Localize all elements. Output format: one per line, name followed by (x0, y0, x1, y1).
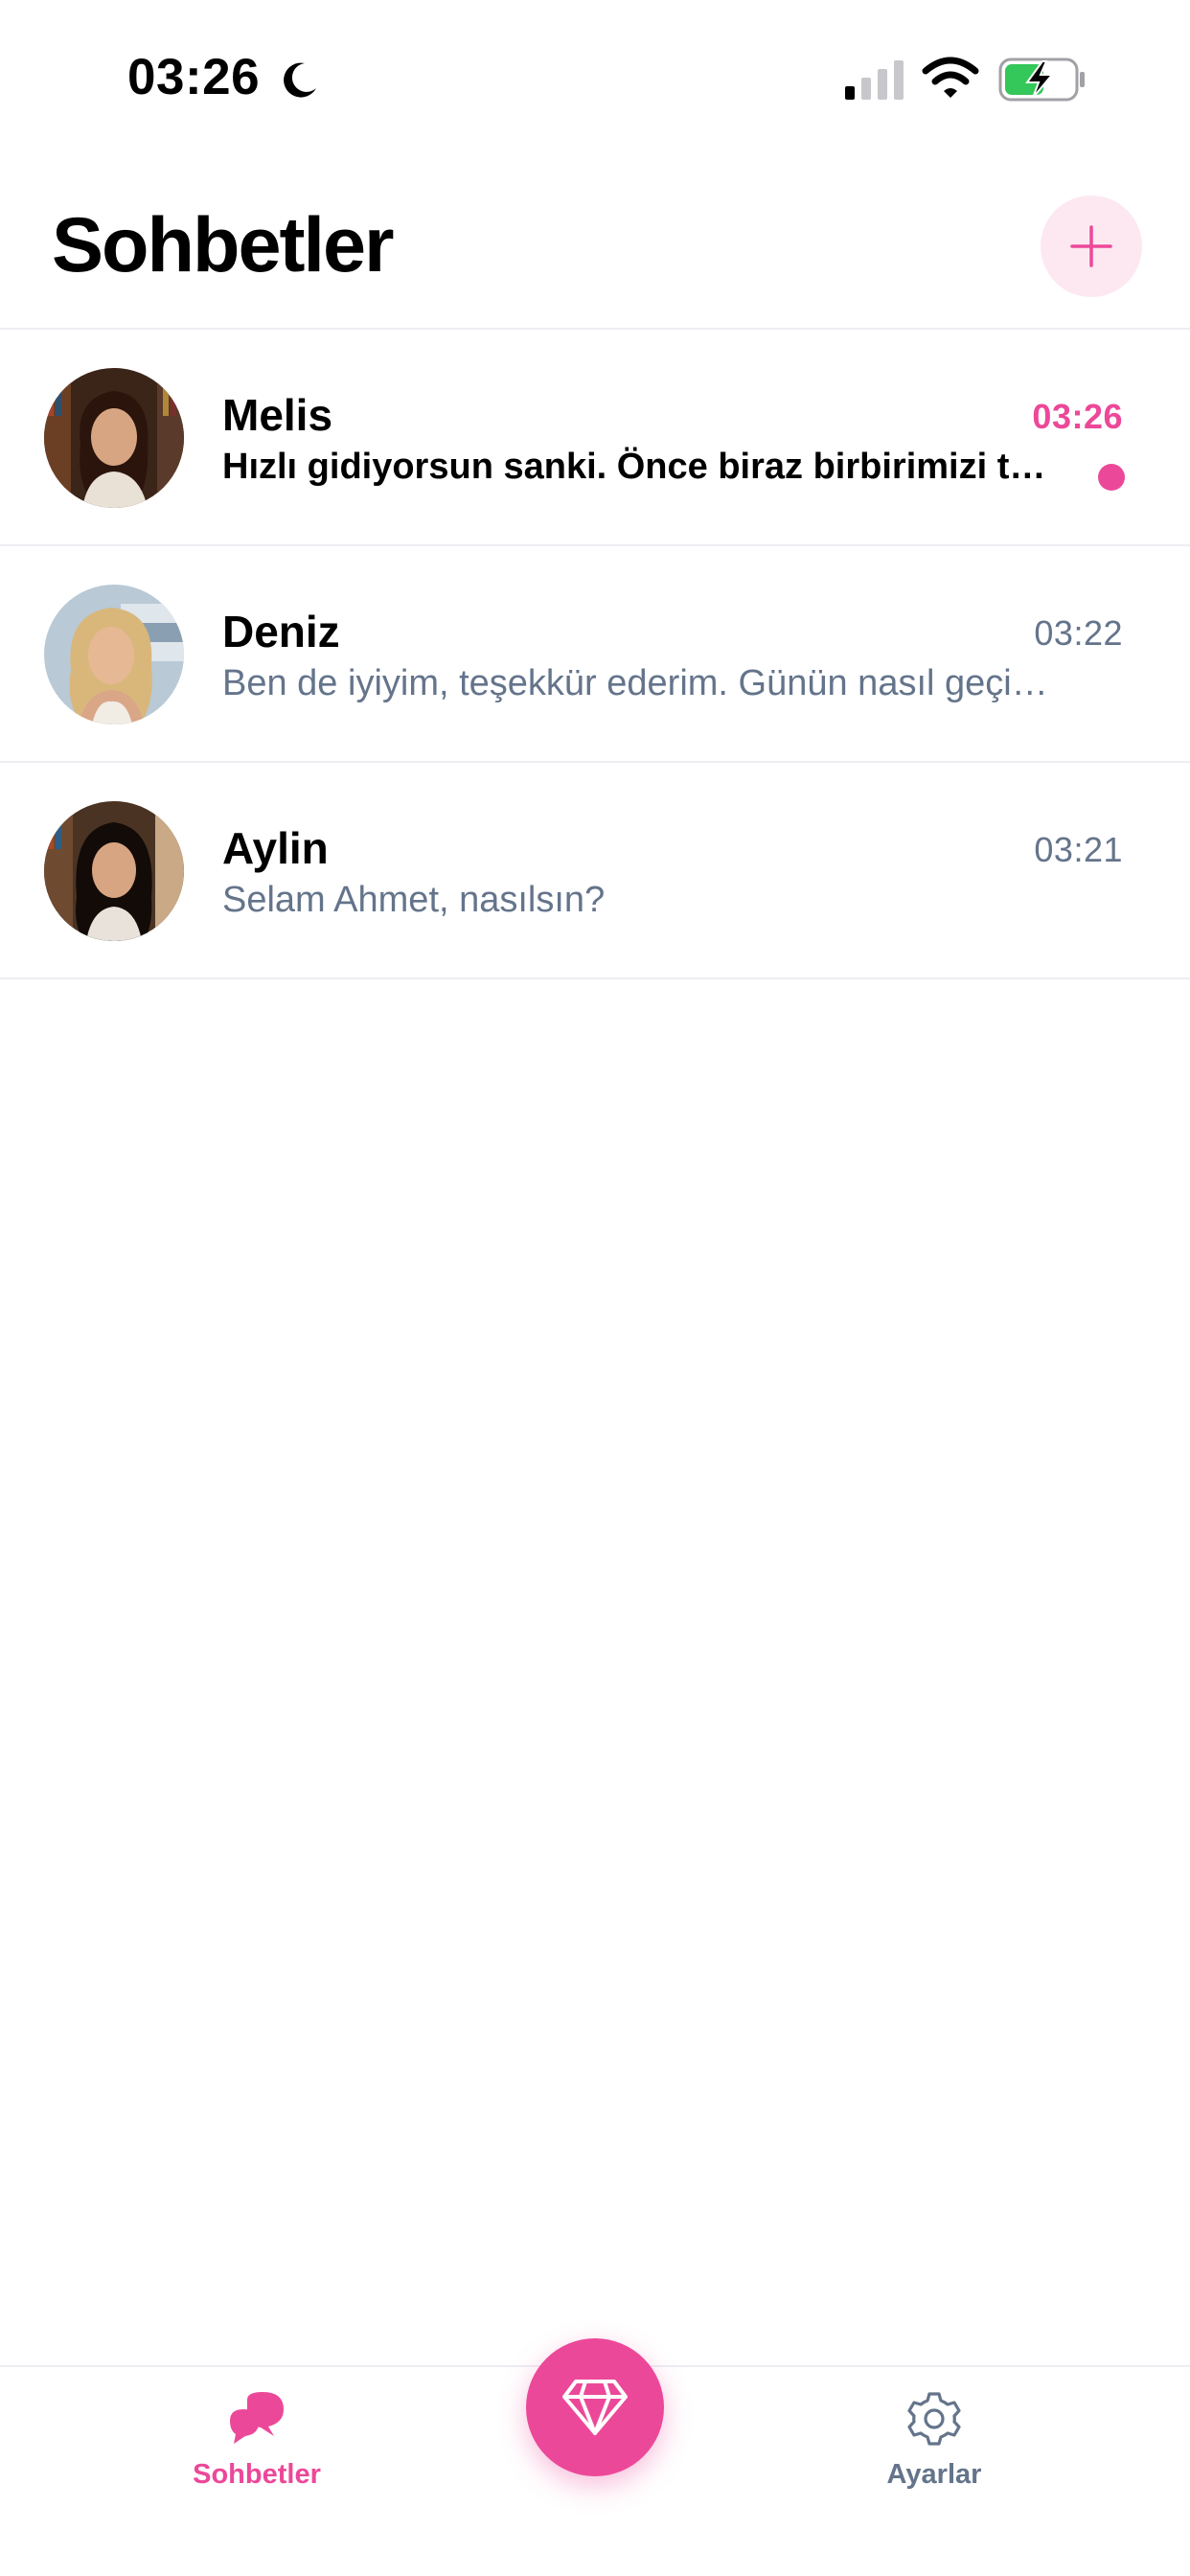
header: Sohbetler (0, 182, 1190, 330)
chat-name: Melis (222, 390, 333, 440)
chat-preview: Ben de iyiyim, teşekkür ederim. Günün na… (222, 663, 1065, 703)
chat-row-aylin[interactable]: Aylin 03:21 Selam Ahmet, nasılsın? (0, 763, 1190, 979)
chat-time: 03:26 (1032, 397, 1123, 436)
tab-chats[interactable]: Sohbetler (132, 2377, 381, 2511)
chat-row-deniz[interactable]: Deniz 03:22 Ben de iyiyim, teşekkür eder… (0, 546, 1190, 763)
tab-label: Ayarlar (886, 2459, 982, 2490)
signal-icon (845, 60, 904, 100)
chat-row-melis[interactable]: Melis 03:26 Hızlı gidiyorsun sanki. Önce… (0, 330, 1190, 546)
new-chat-button[interactable] (1041, 196, 1142, 297)
battery-charging-icon (998, 58, 1085, 102)
status-time: 03:26 (127, 49, 261, 105)
tab-label: Sohbetler (193, 2459, 321, 2490)
premium-button[interactable] (526, 2338, 664, 2476)
status-bar: 03:26 (0, 0, 1190, 163)
tab-settings[interactable]: Ayarlar (810, 2377, 1059, 2511)
chat-name: Aylin (222, 823, 329, 873)
unread-indicator (1098, 464, 1125, 491)
chat-list-screen: 03:26 Sohbetler Melis 03:26 Hızlı gidiyo… (0, 0, 1190, 2576)
diamond-icon (562, 2380, 628, 2435)
chat-preview: Selam Ahmet, nasılsın? (222, 880, 606, 920)
plus-icon (1070, 225, 1112, 267)
page-title: Sohbetler (52, 202, 395, 288)
chat-preview: Hızlı gidiyorsun sanki. Önce biraz birbi… (222, 447, 1065, 487)
avatar[interactable] (44, 585, 184, 724)
chat-bubbles-icon (230, 2392, 284, 2444)
moon-icon (284, 62, 316, 98)
avatar[interactable] (44, 801, 184, 941)
chat-time: 03:22 (1034, 613, 1123, 653)
chat-list: Melis 03:26 Hızlı gidiyorsun sanki. Önce… (0, 330, 1190, 979)
chat-name: Deniz (222, 607, 340, 656)
wifi-icon (922, 57, 979, 98)
chat-time: 03:21 (1034, 830, 1123, 869)
gear-icon (907, 2392, 961, 2446)
avatar[interactable] (44, 368, 184, 508)
